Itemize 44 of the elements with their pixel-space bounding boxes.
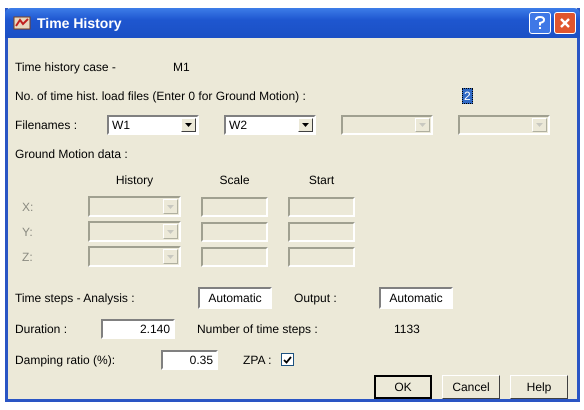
close-icon	[559, 17, 571, 29]
filename-dropdown[interactable]: W1	[107, 114, 199, 134]
help-button[interactable]	[529, 12, 551, 34]
app-icon	[13, 15, 31, 31]
start-field[interactable]	[288, 222, 355, 242]
column-header: Scale	[218, 172, 251, 189]
output-steps-button[interactable]: Automatic	[379, 287, 453, 309]
column-header: History	[114, 172, 154, 189]
axis-label: Z:	[21, 250, 34, 264]
axis-label: Y:	[21, 224, 34, 238]
window-title: Time History	[37, 15, 122, 31]
dialog-button[interactable]: Cancel	[442, 375, 500, 399]
scale-field[interactable]	[201, 246, 268, 266]
analysis-steps-button[interactable]: Automatic	[198, 287, 272, 309]
dialog-button[interactable]: OK	[374, 375, 432, 399]
close-button[interactable]	[554, 12, 576, 34]
start-field[interactable]	[288, 246, 355, 266]
output-label: Output :	[294, 291, 338, 305]
filenames-label: Filenames :	[15, 118, 78, 132]
load-files-value[interactable]: 2	[462, 88, 473, 104]
question-icon	[534, 16, 546, 30]
history-dropdown[interactable]	[88, 246, 181, 267]
duration-label: Duration :	[15, 322, 68, 336]
scale-field[interactable]	[201, 196, 268, 216]
case-value: M1	[173, 60, 190, 74]
zpa-label: ZPA :	[243, 352, 272, 366]
axis-label: X:	[21, 200, 34, 214]
duration-field[interactable]: 2.140	[101, 318, 175, 338]
start-field[interactable]	[288, 196, 355, 216]
column-header: Start	[308, 172, 336, 189]
ground-motion-label: Ground Motion data :	[15, 146, 128, 160]
load-files-label: No. of time hist. load files (Enter 0 for Ground Motion) :	[15, 88, 307, 102]
case-label: Time history case -	[15, 60, 117, 74]
zpa-checkbox[interactable]	[281, 353, 294, 366]
history-dropdown[interactable]	[88, 221, 181, 242]
damping-label: Damping ratio (%):	[15, 352, 116, 366]
history-dropdown[interactable]	[88, 196, 181, 217]
time-steps-count-label: Number of time steps :	[197, 322, 319, 336]
damping-field[interactable]: 0.35	[161, 350, 218, 370]
time-steps-label: Time steps - Analysis :	[15, 291, 136, 305]
time-steps-count: 1133	[394, 322, 420, 336]
scale-field[interactable]	[201, 222, 268, 242]
dialog-button[interactable]: Help	[510, 375, 568, 399]
filename-dropdown[interactable]: W2	[224, 114, 316, 134]
